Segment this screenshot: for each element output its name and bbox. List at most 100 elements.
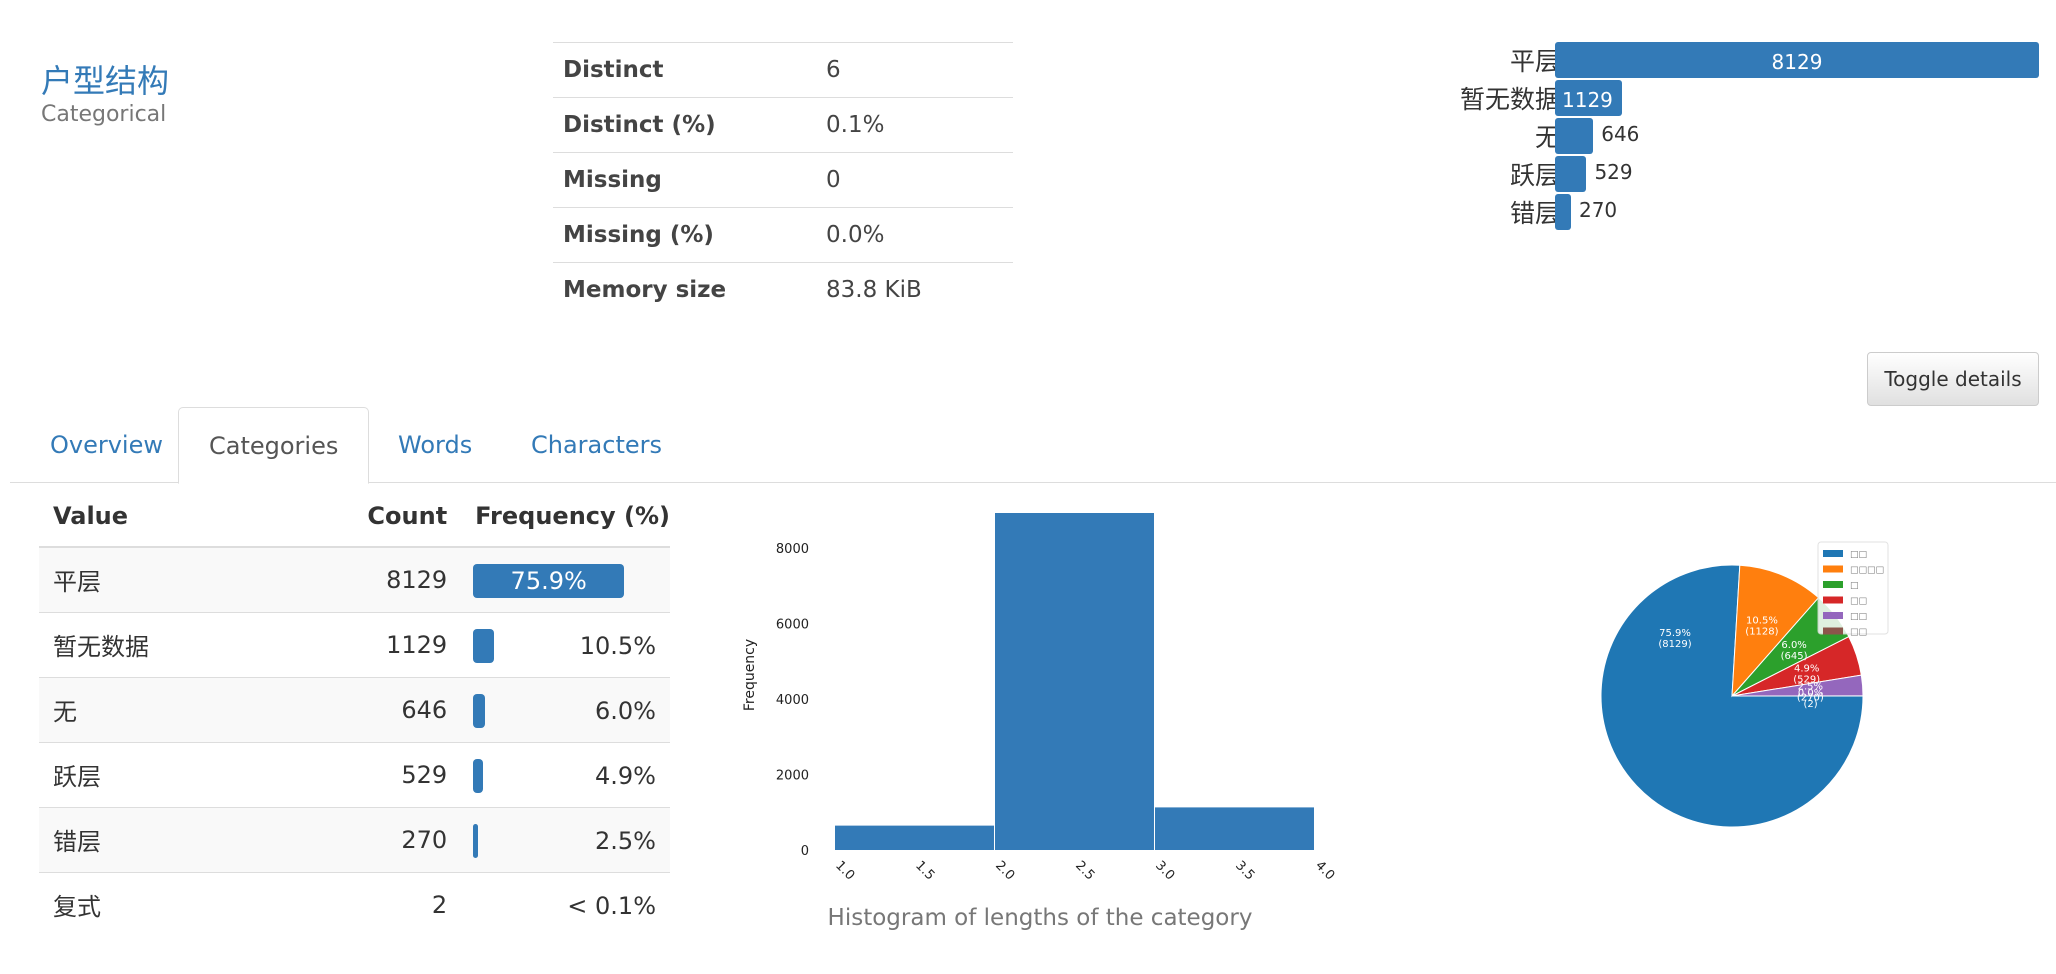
category-count: 8129 [317, 546, 462, 612]
x-tick-label: 3.5 [1232, 858, 1257, 883]
y-tick-label: 4000 [776, 693, 809, 708]
category-frequency-cell: 4.9% [461, 741, 670, 807]
mini-bar: 8129 [1555, 42, 2039, 78]
frequency-percent: < 0.1% [567, 891, 656, 920]
stat-label: Memory size [563, 277, 727, 304]
table-row: 暂无数据 1129 10.5% [39, 611, 670, 677]
mini-bar-label: 暂无数据 [1459, 85, 1560, 114]
histogram-caption: Histogram of lengths of the category [828, 905, 1253, 931]
mini-bar-value: 270 [1578, 198, 1618, 222]
legend-swatch [1823, 550, 1843, 557]
x-tick-label: 4.0 [1312, 858, 1337, 883]
x-tick-label: 3.0 [1152, 858, 1177, 883]
frequency-bar [473, 758, 483, 793]
stat-label: Missing [563, 167, 662, 193]
stat-label: Distinct [563, 57, 664, 83]
histogram-bar [995, 513, 1154, 850]
mini-bar-row: 错层 270 [1400, 192, 2040, 230]
frequency-bar [473, 628, 495, 663]
stat-value: 0.1% [826, 112, 885, 138]
category-value: 跃层 [39, 741, 318, 807]
mini-bar-row: 暂无数据 1129 [1400, 78, 2040, 116]
mini-bar [1555, 194, 1571, 230]
stats-row: Memory size 83.8 KiB [553, 262, 1013, 318]
x-tick-label: 1.0 [832, 858, 857, 883]
frequency-bar [473, 823, 479, 858]
stat-label: Missing (%) [563, 222, 714, 248]
category-frequency-cell: 2.5% [461, 806, 670, 872]
mini-bar-label: 平层 [1509, 47, 1560, 76]
stat-label: Distinct (%) [563, 112, 716, 138]
legend-swatch [1823, 627, 1843, 635]
pie-legend: □□□□□□□□□□□□□ [1817, 541, 1889, 638]
legend-label: □□ [1850, 550, 1867, 560]
stats-row: Missing 0 [553, 152, 1013, 208]
pie-count-label: (1128) [1745, 626, 1778, 637]
pie-count-label: (2) [1804, 699, 1818, 710]
legend-label: □□ [1850, 612, 1867, 622]
legend-label: □□ [1850, 597, 1867, 607]
table-row: 跃层 529 4.9% [39, 741, 670, 807]
category-frequency-cell: 10.5% [461, 611, 670, 677]
stat-value: 6 [826, 57, 841, 83]
y-tick-label: 0 [801, 844, 809, 859]
mini-bar-label: 错层 [1509, 199, 1560, 228]
mini-bar-row: 无 646 [1400, 116, 2040, 154]
y-tick-label: 2000 [776, 769, 809, 784]
legend-swatch [1823, 581, 1843, 588]
mini-bar-value: 529 [1594, 160, 1633, 184]
tab-overview[interactable]: Overview [20, 407, 193, 483]
x-tick-label: 2.0 [992, 858, 1017, 883]
mini-bar-value: 646 [1601, 122, 1640, 146]
stats-row: Missing (%) 0.0% [553, 207, 1013, 263]
category-count: 270 [317, 806, 462, 872]
category-count: 2 [317, 871, 462, 937]
pie-percent-label: 75.9% [1659, 628, 1691, 639]
histogram-bar [1155, 807, 1314, 850]
mini-bar-label: 跃层 [1509, 161, 1560, 190]
stat-value: 0.0% [826, 222, 885, 248]
variable-type: Categorical [41, 102, 167, 127]
stat-value: 83.8 KiB [826, 277, 922, 304]
category-count: 529 [317, 741, 462, 807]
category-value: 复式 [39, 871, 318, 937]
toggle-details-button[interactable]: Toggle details [1867, 352, 2039, 406]
tab-characters[interactable]: Characters [501, 407, 692, 483]
header-count: Count [317, 485, 462, 548]
category-value: 暂无数据 [39, 611, 318, 677]
category-frequency-cell: 6.0% [461, 676, 670, 742]
pie-percent-label: 0.0% [1798, 688, 1823, 699]
stat-value: 0 [826, 167, 841, 193]
category-count: 646 [317, 676, 462, 742]
frequency-percent: 2.5% [595, 826, 656, 855]
mini-bar [1555, 118, 1594, 154]
histogram-bar [835, 825, 994, 850]
pie-percent-label: 4.9% [1794, 664, 1819, 675]
variable-title: 户型结构 [41, 62, 170, 100]
y-tick-label: 6000 [776, 618, 809, 633]
category-pie-chart: 75.9%(8129)10.5%(1128)6.0%(645)4.9%(529)… [1600, 541, 1889, 828]
mini-bar: 1129 [1555, 80, 1623, 116]
mini-bar-value: 1129 [1562, 88, 1613, 112]
frequency-percent: 4.9% [595, 761, 656, 790]
legend-swatch [1823, 565, 1843, 573]
frequency-bar [473, 693, 486, 728]
stats-row: Distinct 6 [553, 42, 1013, 98]
tab-words[interactable]: Words [368, 407, 502, 483]
tab-categories[interactable]: Categories [178, 407, 370, 484]
legend-label: □□ [1850, 628, 1867, 638]
stats-table: Distinct 6 Distinct (%) 0.1% Missing 0 Missing… [553, 42, 1013, 318]
legend-swatch [1823, 596, 1843, 604]
category-frequency-cell: < 0.1% [461, 871, 670, 937]
frequency-percent: 6.0% [595, 696, 656, 725]
mini-bar-value: 8129 [1771, 50, 1823, 74]
category-value: 错层 [39, 806, 318, 872]
frequency-percent: 75.9% [510, 567, 587, 595]
header-value: Value [39, 485, 318, 548]
category-value: 平层 [39, 546, 318, 612]
legend-label: □ [1850, 581, 1859, 591]
stats-row: Distinct (%) 0.1% [553, 97, 1013, 153]
mini-bar-row: 平层 8129 [1400, 40, 2040, 78]
x-tick-label: 1.5 [912, 858, 937, 883]
legend-label: □□□□ [1850, 566, 1884, 576]
